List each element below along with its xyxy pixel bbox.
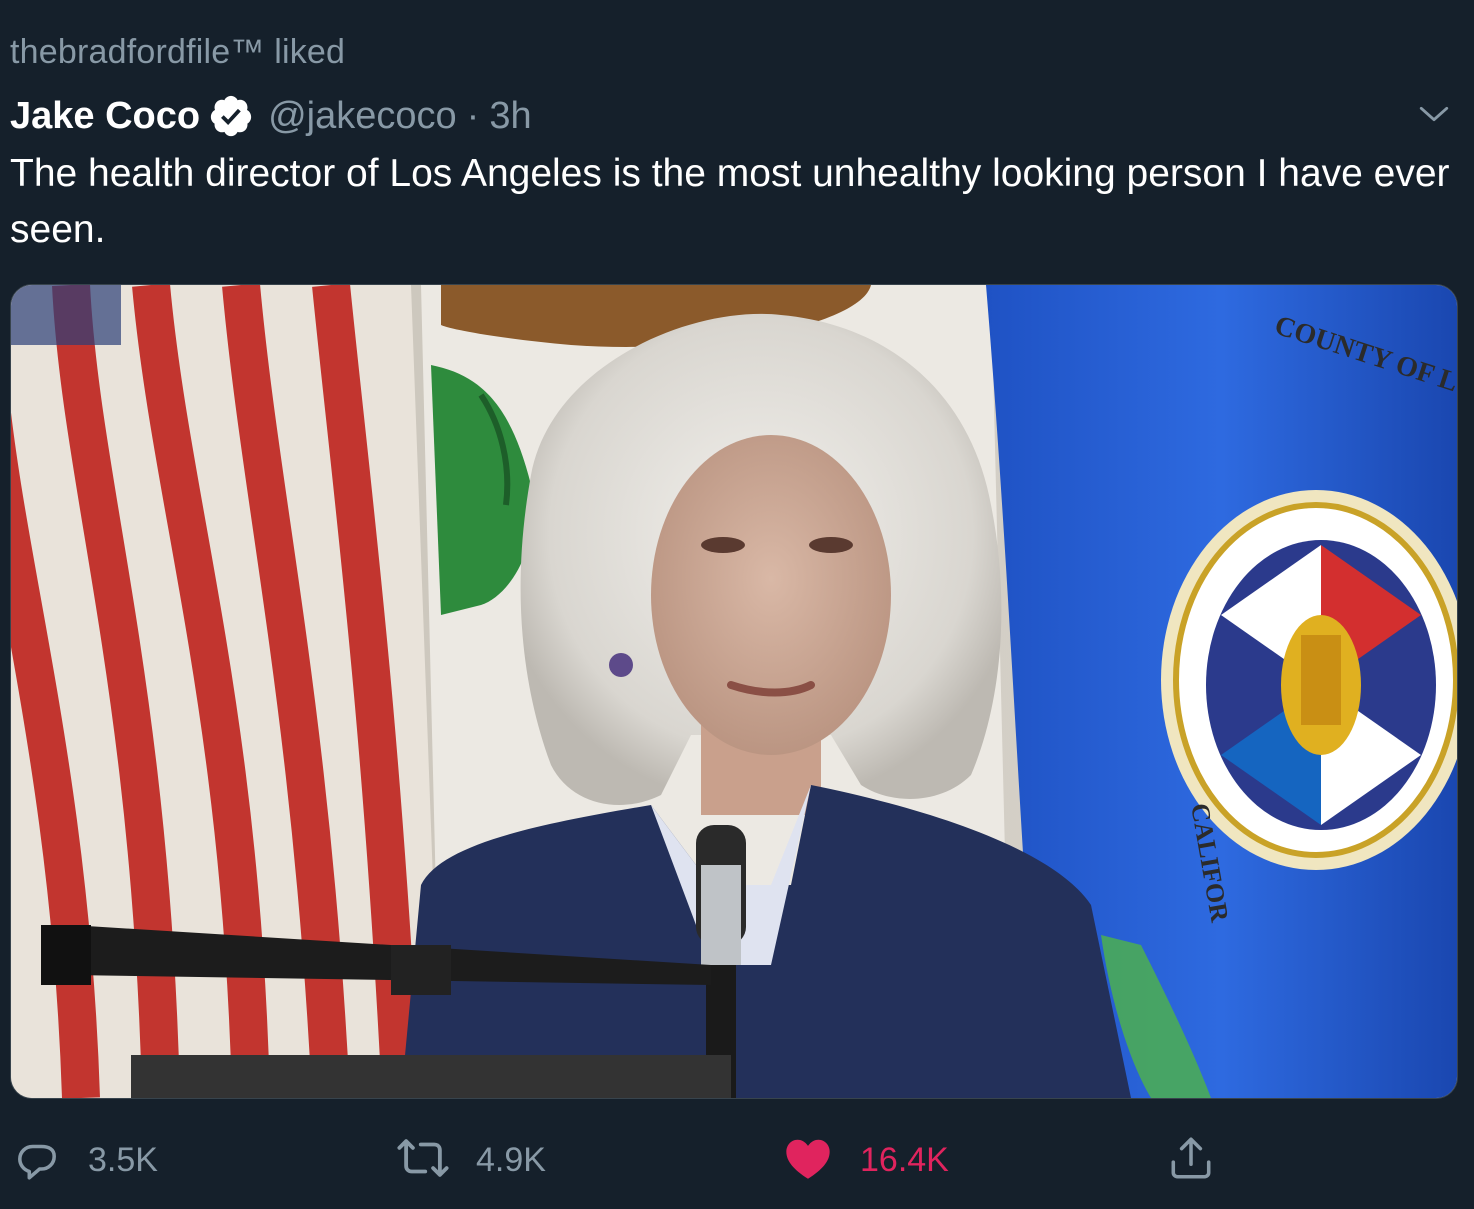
meta-separator: · — [466, 94, 480, 137]
reply-count: 3.5K — [88, 1140, 158, 1179]
tweet-timestamp[interactable]: 3h — [489, 95, 531, 138]
reply-button[interactable]: 3.5K — [12, 1125, 158, 1195]
like-count: 16.4K — [860, 1140, 949, 1179]
tweet-header: Jake Coco @jakecoco · 3h — [10, 88, 1454, 144]
social-context[interactable]: thebradfordfile™ liked — [10, 33, 345, 72]
retweet-icon — [396, 1131, 450, 1190]
tweet-media-image[interactable]: COUNTY OF LOS ANGELES CALIFOR — [10, 284, 1458, 1099]
author-display-name[interactable]: Jake Coco — [10, 95, 200, 138]
share-icon — [1166, 1133, 1216, 1188]
retweet-button[interactable]: 4.9K — [396, 1125, 546, 1195]
heart-icon — [782, 1132, 834, 1189]
chevron-down-icon[interactable] — [1414, 94, 1454, 134]
verified-badge-icon — [208, 93, 254, 139]
retweet-count: 4.9K — [476, 1140, 546, 1179]
share-button[interactable] — [1166, 1125, 1216, 1195]
tweet-actions: 3.5K 4.9K 16.4K — [0, 1125, 1474, 1195]
like-button[interactable]: 16.4K — [782, 1125, 949, 1195]
reply-icon — [12, 1133, 62, 1188]
tweet-text: The health director of Los Angeles is th… — [10, 152, 1450, 251]
author-handle[interactable]: @jakecoco — [268, 95, 457, 138]
